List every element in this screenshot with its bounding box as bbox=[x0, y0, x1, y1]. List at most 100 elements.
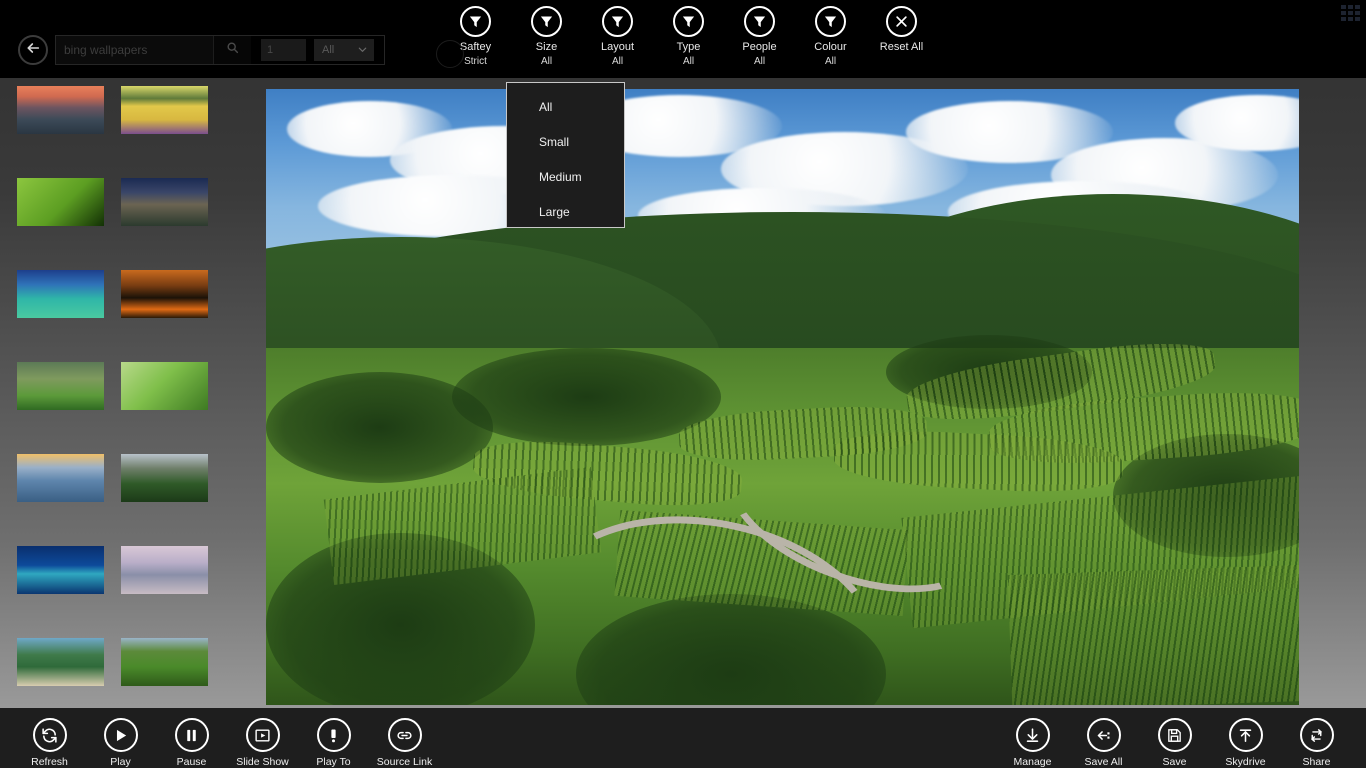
thumbnail-grid bbox=[17, 78, 240, 686]
save-all-button[interactable]: Save All bbox=[1068, 708, 1139, 768]
thumbnail-item[interactable] bbox=[17, 638, 104, 686]
filter-value: All bbox=[682, 56, 695, 67]
filter-value: All bbox=[611, 56, 624, 67]
filter-bar: Saftey Strict Size All Layout All Type A… bbox=[440, 6, 937, 67]
command-label: Share bbox=[1302, 756, 1331, 768]
filter-label: Reset All bbox=[879, 41, 924, 53]
search-icon bbox=[226, 41, 239, 59]
filter-safety[interactable]: Saftey Strict bbox=[440, 6, 511, 67]
arrow-left-icon bbox=[25, 40, 41, 61]
command-label: Source Link bbox=[376, 756, 433, 768]
window-controls-icon[interactable] bbox=[1341, 5, 1360, 21]
pause-icon bbox=[174, 718, 209, 752]
share-button[interactable]: Share bbox=[1281, 708, 1352, 768]
filter-label: People bbox=[742, 41, 777, 53]
pause-button[interactable]: Pause bbox=[156, 708, 227, 768]
cloud-upload-icon bbox=[1228, 718, 1263, 752]
thumbnail-item[interactable] bbox=[121, 86, 208, 134]
command-label: Skydrive bbox=[1225, 756, 1266, 768]
command-label: Save All bbox=[1084, 756, 1123, 768]
filter-icon bbox=[744, 6, 775, 37]
filter-value: Strict bbox=[464, 56, 487, 67]
filter-label: Saftey bbox=[459, 41, 492, 53]
thumbnail-sidebar[interactable] bbox=[0, 78, 240, 708]
thumbnail-item[interactable] bbox=[121, 454, 208, 502]
filter-size[interactable]: Size All bbox=[511, 6, 582, 67]
thumbnail-item[interactable] bbox=[121, 362, 208, 410]
search-input[interactable] bbox=[56, 36, 213, 64]
play-to-icon bbox=[316, 718, 351, 752]
command-label: Play To bbox=[316, 756, 351, 768]
app-bar-left-commands: Refresh Play Pause Slide Show Play To So… bbox=[14, 708, 440, 768]
bottom-app-bar: Refresh Play Pause Slide Show Play To So… bbox=[0, 708, 1366, 768]
app-bar-right-commands: Manage Save All Save Skydrive Share bbox=[997, 708, 1352, 768]
filter-icon bbox=[531, 6, 562, 37]
thumbnail-item[interactable] bbox=[121, 270, 208, 318]
thumbnail-item[interactable] bbox=[17, 270, 104, 318]
play-to-button[interactable]: Play To bbox=[298, 708, 369, 768]
command-label: Refresh bbox=[31, 756, 68, 768]
manage-button[interactable]: Manage bbox=[997, 708, 1068, 768]
filter-label: Size bbox=[535, 41, 558, 53]
filter-colour[interactable]: Colour All bbox=[795, 6, 866, 67]
filter-value: All bbox=[753, 56, 766, 67]
filter-icon bbox=[673, 6, 704, 37]
filter-people[interactable]: People All bbox=[724, 6, 795, 67]
command-label: Manage bbox=[1013, 756, 1052, 768]
filter-label: Layout bbox=[600, 41, 635, 53]
results-per-page-select[interactable]: All bbox=[314, 39, 374, 61]
toolbar-divider bbox=[306, 36, 314, 64]
dropdown-item-large[interactable]: Large bbox=[507, 194, 624, 229]
filter-value: All bbox=[824, 56, 837, 67]
thumbnail-item[interactable] bbox=[17, 178, 104, 226]
thumbnail-item[interactable] bbox=[17, 454, 104, 502]
refresh-button[interactable]: Refresh bbox=[14, 708, 85, 768]
command-label: Play bbox=[110, 756, 131, 768]
save-button[interactable]: Save bbox=[1139, 708, 1210, 768]
slideshow-icon bbox=[245, 718, 280, 752]
app-window: All Saftey Strict Size bbox=[0, 0, 1366, 768]
thumbnail-item[interactable] bbox=[17, 546, 104, 594]
search-bar: All bbox=[55, 35, 385, 65]
close-x-icon bbox=[886, 6, 917, 37]
dropdown-item-all[interactable]: All bbox=[507, 89, 624, 124]
command-label: Slide Show bbox=[236, 756, 289, 768]
command-label: Save bbox=[1162, 756, 1187, 768]
source-link-button[interactable]: Source Link bbox=[369, 708, 440, 768]
filter-icon bbox=[815, 6, 846, 37]
play-icon bbox=[103, 718, 138, 752]
size-filter-dropdown[interactable]: All Small Medium Large bbox=[506, 82, 625, 228]
main-image-viewer[interactable] bbox=[266, 89, 1299, 705]
dropdown-item-medium[interactable]: Medium bbox=[507, 159, 624, 194]
reset-all-button[interactable]: Reset All bbox=[866, 6, 937, 67]
save-all-icon bbox=[1086, 718, 1121, 752]
main-image-artwork bbox=[266, 89, 1299, 705]
page-number-input[interactable] bbox=[261, 39, 306, 61]
play-button[interactable]: Play bbox=[85, 708, 156, 768]
filter-icon bbox=[460, 6, 491, 37]
filter-value: All bbox=[540, 56, 553, 67]
thumbnail-item[interactable] bbox=[121, 638, 208, 686]
link-icon bbox=[387, 718, 422, 752]
search-submit-button[interactable] bbox=[213, 36, 251, 64]
thumbnail-item[interactable] bbox=[121, 546, 208, 594]
refresh-icon bbox=[32, 718, 67, 752]
filter-label: Colour bbox=[814, 41, 847, 53]
skydrive-button[interactable]: Skydrive bbox=[1210, 708, 1281, 768]
thumbnail-item[interactable] bbox=[17, 362, 104, 410]
floppy-disk-icon bbox=[1157, 718, 1192, 752]
dropdown-item-small[interactable]: Small bbox=[507, 124, 624, 159]
share-icon bbox=[1299, 718, 1334, 752]
thumbnail-item[interactable] bbox=[121, 178, 208, 226]
toolbar-divider bbox=[251, 36, 261, 64]
slide-show-button[interactable]: Slide Show bbox=[227, 708, 298, 768]
back-button[interactable] bbox=[18, 35, 48, 65]
chevron-down-icon bbox=[357, 44, 368, 55]
results-per-page-value: All bbox=[322, 44, 335, 56]
filter-label: Type bbox=[676, 41, 701, 53]
thumbnail-item[interactable] bbox=[17, 86, 104, 134]
top-toolbar: All Saftey Strict Size bbox=[0, 0, 1366, 78]
tree-cluster bbox=[266, 372, 494, 484]
filter-type[interactable]: Type All bbox=[653, 6, 724, 67]
filter-layout[interactable]: Layout All bbox=[582, 6, 653, 67]
